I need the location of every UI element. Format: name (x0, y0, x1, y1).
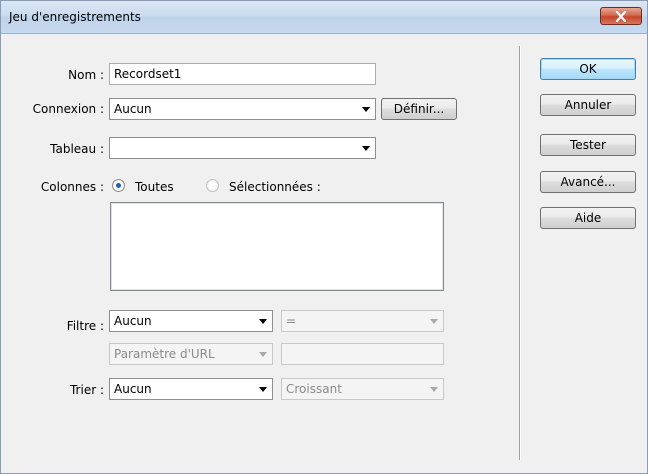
chevron-down-icon (362, 146, 370, 151)
toutes-label: Toutes (135, 180, 174, 194)
radio-toutes[interactable] (112, 179, 125, 192)
trier-column-select[interactable]: Aucun (109, 378, 273, 400)
filtre-source-value: Paramètre d'URL (114, 347, 215, 361)
colonnes-label: Colonnes : (40, 180, 104, 194)
connexion-value: Aucun (114, 102, 152, 116)
recordset-dialog: Jeu d'enregistrements Nom : Recordset1 C… (0, 0, 648, 474)
filtre-operator-value: = (286, 314, 297, 328)
aide-button[interactable]: Aide (540, 207, 636, 229)
title-bar[interactable]: Jeu d'enregistrements (1, 1, 647, 34)
filtre-value-field[interactable] (281, 343, 444, 365)
filtre-source-select[interactable]: Paramètre d'URL (109, 343, 273, 365)
chevron-down-icon (259, 352, 267, 357)
vertical-divider (519, 46, 521, 460)
chevron-down-icon (259, 319, 267, 324)
connexion-select[interactable]: Aucun (109, 98, 376, 120)
filtre-label: Filtre : (66, 319, 104, 333)
close-button[interactable] (600, 7, 642, 25)
close-icon (615, 11, 627, 22)
chevron-down-icon (362, 107, 370, 112)
colonnes-listbox[interactable] (110, 202, 444, 291)
selectionnees-label: Sélectionnées : (229, 180, 321, 194)
connexion-label: Connexion : (32, 102, 104, 116)
nom-label: Nom : (68, 68, 104, 82)
trier-label: Trier : (69, 383, 104, 397)
definir-button[interactable]: Définir... (381, 98, 457, 120)
trier-order-select[interactable]: Croissant (281, 378, 444, 400)
trier-order-value: Croissant (286, 382, 342, 396)
tableau-label: Tableau : (50, 142, 104, 156)
annuler-button[interactable]: Annuler (540, 94, 636, 116)
radio-selectionnees[interactable] (206, 179, 219, 192)
trier-column-value: Aucun (114, 382, 152, 396)
filtre-column-value: Aucun (114, 314, 152, 328)
filtre-operator-select[interactable]: = (281, 310, 444, 332)
chevron-down-icon (430, 319, 438, 324)
chevron-down-icon (430, 387, 438, 392)
dialog-title: Jeu d'enregistrements (9, 10, 141, 24)
chevron-down-icon (259, 387, 267, 392)
ok-button[interactable]: OK (540, 58, 636, 80)
filtre-column-select[interactable]: Aucun (109, 310, 273, 332)
tester-button[interactable]: Tester (540, 134, 636, 156)
avance-button[interactable]: Avancé... (540, 171, 636, 193)
tableau-select[interactable] (109, 137, 376, 159)
nom-field[interactable]: Recordset1 (109, 63, 376, 85)
